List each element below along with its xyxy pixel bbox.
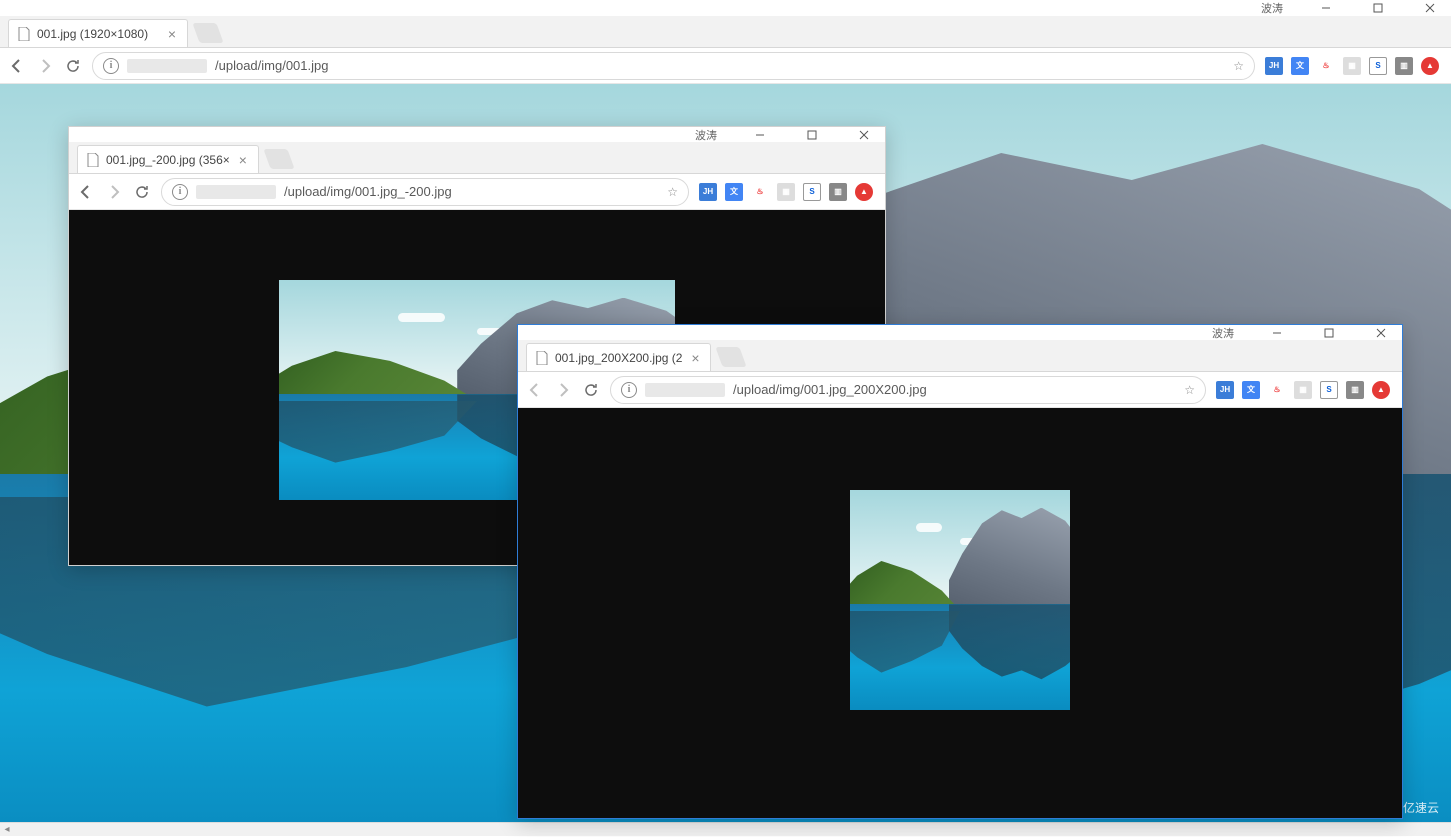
file-icon: [17, 27, 31, 41]
titlebar-2: 波涛: [69, 127, 885, 142]
minimize-button[interactable]: [1260, 326, 1294, 340]
tab-title: 001.jpg_-200.jpg (356×: [106, 153, 230, 167]
site-info-icon[interactable]: i: [621, 382, 637, 398]
extension-circle-icon[interactable]: ▲: [1421, 57, 1439, 75]
address-bar[interactable]: i /upload/img/001.jpg_-200.jpg ☆: [161, 178, 689, 206]
extension-flame-icon[interactable]: ♨: [751, 183, 769, 201]
file-icon: [535, 351, 549, 365]
url-path: /upload/img/001.jpg: [215, 58, 328, 73]
viewport-3: [518, 408, 1402, 818]
extension-square-icon[interactable]: ▥: [1395, 57, 1413, 75]
browser-tab[interactable]: 001.jpg_-200.jpg (356× ×: [77, 145, 259, 173]
url-path: /upload/img/001.jpg_-200.jpg: [284, 184, 452, 199]
url-host-redacted: [127, 59, 207, 73]
new-tab-button[interactable]: [263, 149, 294, 169]
horizontal-scrollbar[interactable]: ◂: [0, 822, 1451, 836]
extension-grid-icon[interactable]: ▦: [1294, 381, 1312, 399]
url-host-redacted: [196, 185, 276, 199]
forward-button[interactable]: [36, 57, 54, 75]
user-label: 波涛: [1212, 325, 1234, 341]
extension-s-icon[interactable]: S: [1320, 381, 1338, 399]
extension-jh-icon[interactable]: JH: [1265, 57, 1283, 75]
nav-bar: i /upload/img/001.jpg_-200.jpg ☆ JH 文 ♨ …: [69, 174, 885, 210]
bookmark-star-icon[interactable]: ☆: [1184, 383, 1195, 397]
maximize-button[interactable]: [795, 128, 829, 142]
extension-s-icon[interactable]: S: [803, 183, 821, 201]
watermark-text: 亿速云: [1403, 799, 1439, 816]
close-button[interactable]: [847, 128, 881, 142]
main-titlebar: 波涛: [0, 0, 1451, 16]
extension-grid-icon[interactable]: ▦: [1343, 57, 1361, 75]
back-button[interactable]: [526, 381, 544, 399]
tab-strip: 001.jpg_-200.jpg (356× ×: [69, 142, 885, 174]
extension-s-icon[interactable]: S: [1369, 57, 1387, 75]
extension-translate-icon[interactable]: 文: [1291, 57, 1309, 75]
image-content: [850, 490, 1070, 710]
extension-square-icon[interactable]: ▥: [829, 183, 847, 201]
bookmark-star-icon[interactable]: ☆: [667, 185, 678, 199]
new-tab-button[interactable]: [192, 23, 223, 43]
tab-strip: 001.jpg_200X200.jpg (2 ×: [518, 340, 1402, 372]
minimize-button[interactable]: [1309, 1, 1343, 15]
maximize-button[interactable]: [1361, 1, 1395, 15]
extension-circle-icon[interactable]: ▲: [1372, 381, 1390, 399]
extension-grid-icon[interactable]: ▦: [777, 183, 795, 201]
extension-jh-icon[interactable]: JH: [699, 183, 717, 201]
tab-close-icon[interactable]: ×: [165, 27, 179, 41]
forward-button[interactable]: [105, 183, 123, 201]
reload-button[interactable]: [133, 183, 151, 201]
extension-flame-icon[interactable]: ♨: [1317, 57, 1335, 75]
tab-close-icon[interactable]: ×: [236, 153, 250, 167]
url-path: /upload/img/001.jpg_200X200.jpg: [733, 382, 927, 397]
bookmark-star-icon[interactable]: ☆: [1233, 59, 1244, 73]
back-button[interactable]: [8, 57, 26, 75]
user-label: 波涛: [1261, 0, 1283, 16]
tab-strip: 001.jpg (1920×1080) ×: [0, 16, 1451, 48]
minimize-button[interactable]: [743, 128, 777, 142]
titlebar-3: 波涛: [518, 325, 1402, 340]
extensions-row: JH 文 ♨ ▦ S ▥ ▲: [699, 183, 877, 201]
reload-button[interactable]: [64, 57, 82, 75]
reload-button[interactable]: [582, 381, 600, 399]
user-label: 波涛: [695, 127, 717, 143]
new-tab-button[interactable]: [716, 347, 747, 367]
maximize-button[interactable]: [1312, 326, 1346, 340]
browser-tab[interactable]: 001.jpg (1920×1080) ×: [8, 19, 188, 47]
close-button[interactable]: [1364, 326, 1398, 340]
scroll-left-icon[interactable]: ◂: [0, 823, 14, 837]
tab-title: 001.jpg_200X200.jpg (2: [555, 351, 682, 365]
extensions-row: JH 文 ♨ ▦ S ▥ ▲: [1216, 381, 1394, 399]
tab-title: 001.jpg (1920×1080): [37, 27, 159, 41]
extensions-row: JH 文 ♨ ▦ S ▥ ▲: [1265, 57, 1443, 75]
extension-flame-icon[interactable]: ♨: [1268, 381, 1286, 399]
browser-window-3: 波涛 001.jpg_200X200.jpg (2 × i /upload/im…: [517, 324, 1403, 819]
site-info-icon[interactable]: i: [103, 58, 119, 74]
nav-bar: i /upload/img/001.jpg ☆ JH 文 ♨ ▦ S ▥ ▲: [0, 48, 1451, 84]
site-info-icon[interactable]: i: [172, 184, 188, 200]
file-icon: [86, 153, 100, 167]
tab-close-icon[interactable]: ×: [688, 351, 702, 365]
nav-bar: i /upload/img/001.jpg_200X200.jpg ☆ JH 文…: [518, 372, 1402, 408]
address-bar[interactable]: i /upload/img/001.jpg_200X200.jpg ☆: [610, 376, 1206, 404]
extension-circle-icon[interactable]: ▲: [855, 183, 873, 201]
address-bar[interactable]: i /upload/img/001.jpg ☆: [92, 52, 1255, 80]
url-host-redacted: [645, 383, 725, 397]
extension-translate-icon[interactable]: 文: [1242, 381, 1260, 399]
extension-jh-icon[interactable]: JH: [1216, 381, 1234, 399]
extension-translate-icon[interactable]: 文: [725, 183, 743, 201]
close-button[interactable]: [1413, 1, 1447, 15]
extension-square-icon[interactable]: ▥: [1346, 381, 1364, 399]
forward-button[interactable]: [554, 381, 572, 399]
back-button[interactable]: [77, 183, 95, 201]
browser-tab[interactable]: 001.jpg_200X200.jpg (2 ×: [526, 343, 711, 371]
